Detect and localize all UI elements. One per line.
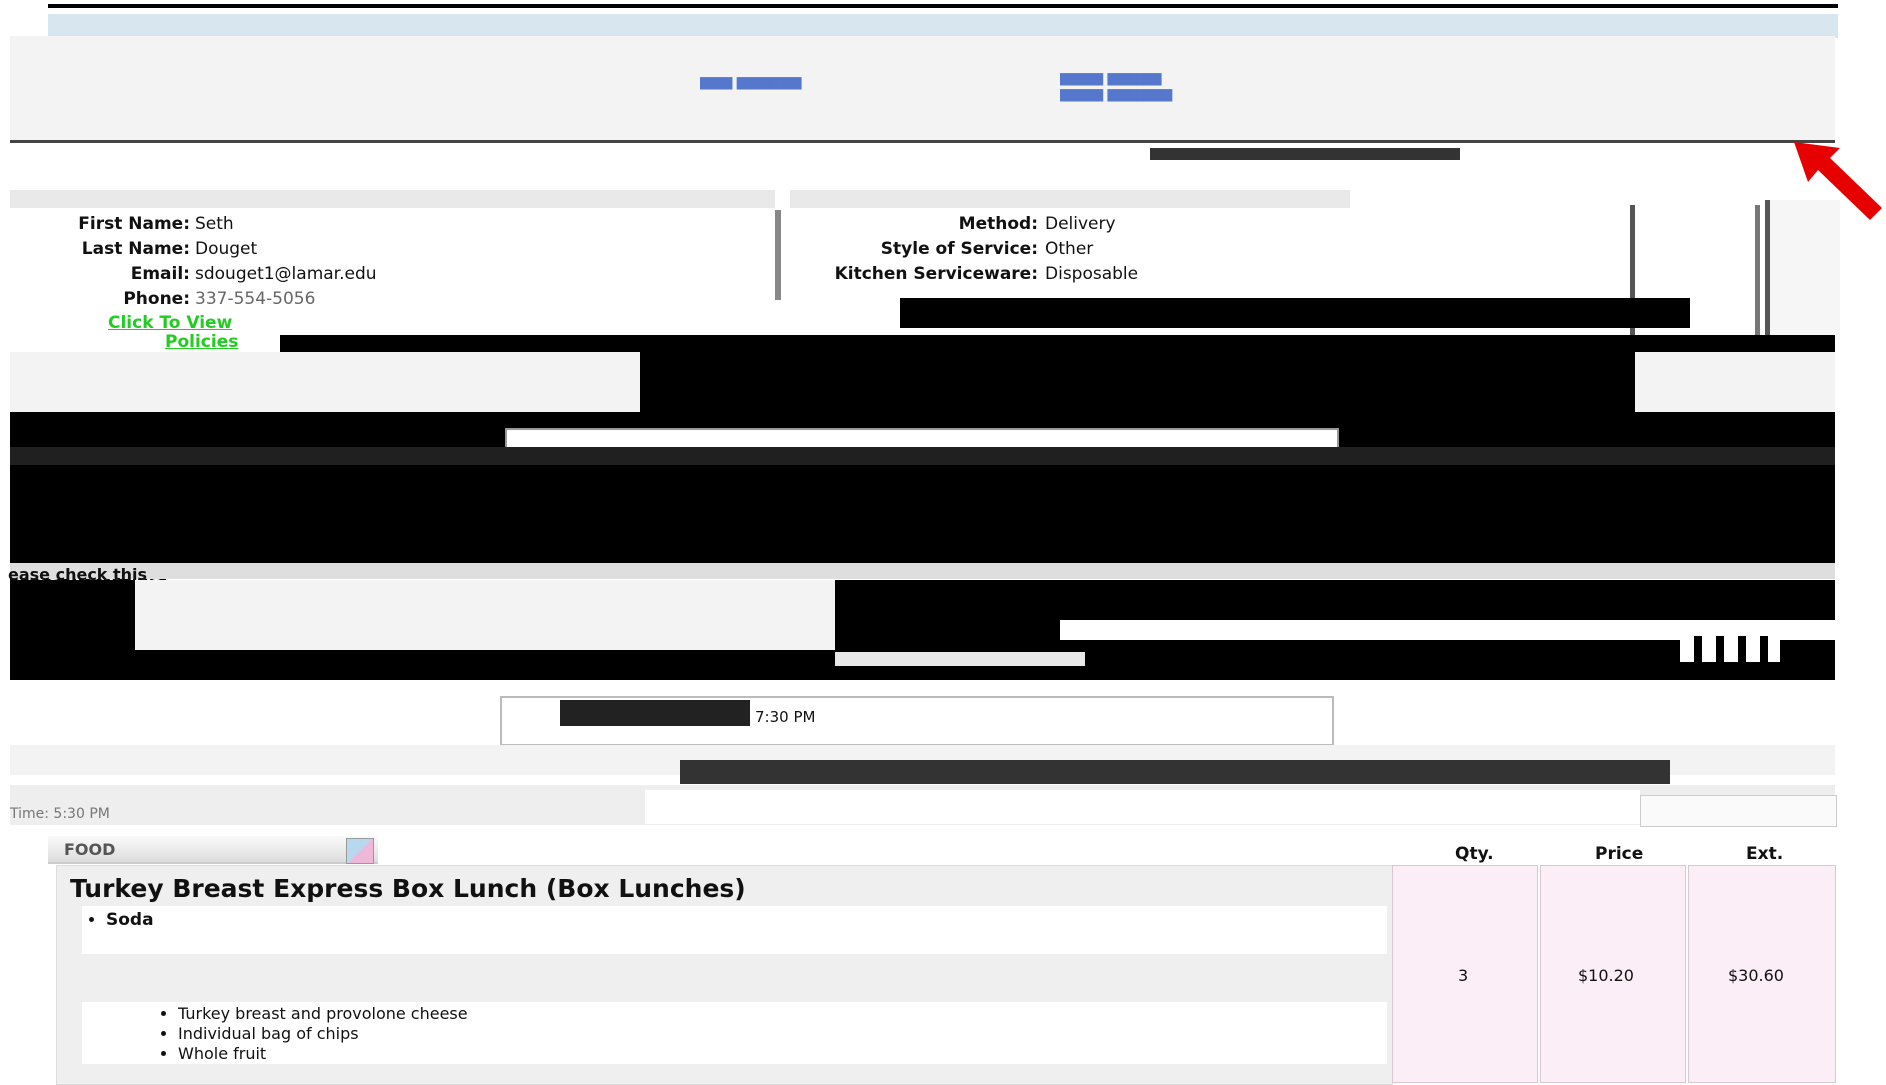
order-item-title: Turkey Breast Express Box Lunch (Box Lun… bbox=[70, 874, 746, 903]
contact-header-strip bbox=[10, 190, 775, 208]
kitchen-value: Disposable bbox=[1045, 264, 1139, 284]
description-item: Turkey breast and provolone cheese bbox=[178, 1004, 1387, 1024]
description-item: Individual bag of chips bbox=[178, 1024, 1387, 1044]
policies-link[interactable]: Policies bbox=[165, 332, 238, 352]
phone-value: 337-554-5056 bbox=[195, 289, 316, 309]
style-value: Other bbox=[1045, 239, 1094, 259]
time-value: Time: 5:30 PM bbox=[10, 806, 110, 822]
lower-black-bar bbox=[680, 760, 1670, 784]
email-value: sdouget1@lamar.edu bbox=[195, 264, 377, 284]
corrupted-band-3 bbox=[640, 348, 1640, 408]
qty-value: 3 bbox=[1458, 966, 1469, 985]
corrupted-band-1 bbox=[900, 298, 1690, 328]
end-time-value: 7:30 PM bbox=[755, 708, 816, 726]
last-name-label: Last Name: bbox=[81, 239, 190, 259]
right-panel-box-2 bbox=[1765, 200, 1840, 340]
please-check-text-label: ease check this bbox=[8, 565, 148, 584]
first-name-label: First Name: bbox=[78, 214, 190, 234]
first-name-value: Seth bbox=[195, 214, 234, 234]
header-noise-text-2: ▆▆▆▆ ▆▆▆▆▆ ▆▆▆▆ ▆▆▆▆▆▆ bbox=[1060, 70, 1173, 102]
description-item: Whole fruit bbox=[178, 1044, 1387, 1064]
inner-grey-row bbox=[10, 563, 1835, 579]
end-time-label-block bbox=[560, 700, 750, 726]
ext-column-header: Ext. bbox=[1746, 844, 1784, 864]
method-value: Delivery bbox=[1045, 214, 1116, 234]
header-noise-text: ▆▆▆ ▆▆▆▆▆▆ bbox=[700, 74, 802, 90]
inner-grey-box-1 bbox=[10, 352, 640, 412]
lower-right-box bbox=[1640, 795, 1837, 827]
inner-grey-box-2 bbox=[1635, 352, 1835, 412]
inner-grey-panel bbox=[135, 580, 835, 650]
qty-column-header: Qty. bbox=[1455, 844, 1494, 864]
bars-icon bbox=[1680, 636, 1780, 662]
inner-link-strip bbox=[835, 652, 1085, 666]
broken-image-icon bbox=[346, 838, 374, 864]
price-column-header: Price bbox=[1595, 844, 1644, 864]
price-value: $10.20 bbox=[1578, 966, 1634, 985]
top-noise-band bbox=[48, 14, 1838, 38]
phone-label: Phone: bbox=[123, 289, 190, 309]
email-label: Email: bbox=[130, 264, 190, 284]
method-label: Method: bbox=[958, 214, 1038, 234]
delivery-header-strip bbox=[790, 190, 1350, 208]
option-item: Soda bbox=[106, 910, 1387, 930]
style-label: Style of Service: bbox=[880, 239, 1038, 259]
food-section-label: FOOD bbox=[64, 840, 116, 859]
top-noise-bar bbox=[48, 4, 1838, 8]
order-options-box: Soda bbox=[82, 906, 1387, 954]
lower-white-block bbox=[645, 790, 1640, 824]
kitchen-label: Kitchen Serviceware: bbox=[834, 264, 1038, 284]
last-name-value: Douget bbox=[195, 239, 258, 259]
inner-grey-strip bbox=[10, 447, 1835, 465]
order-description-box: Turkey breast and provolone cheese Indiv… bbox=[82, 1002, 1387, 1064]
click-to-view-link[interactable]: Click To View bbox=[108, 313, 232, 333]
header-noise-block bbox=[1150, 148, 1460, 160]
header-rule bbox=[10, 140, 1835, 143]
ext-value: $30.60 bbox=[1728, 966, 1784, 985]
